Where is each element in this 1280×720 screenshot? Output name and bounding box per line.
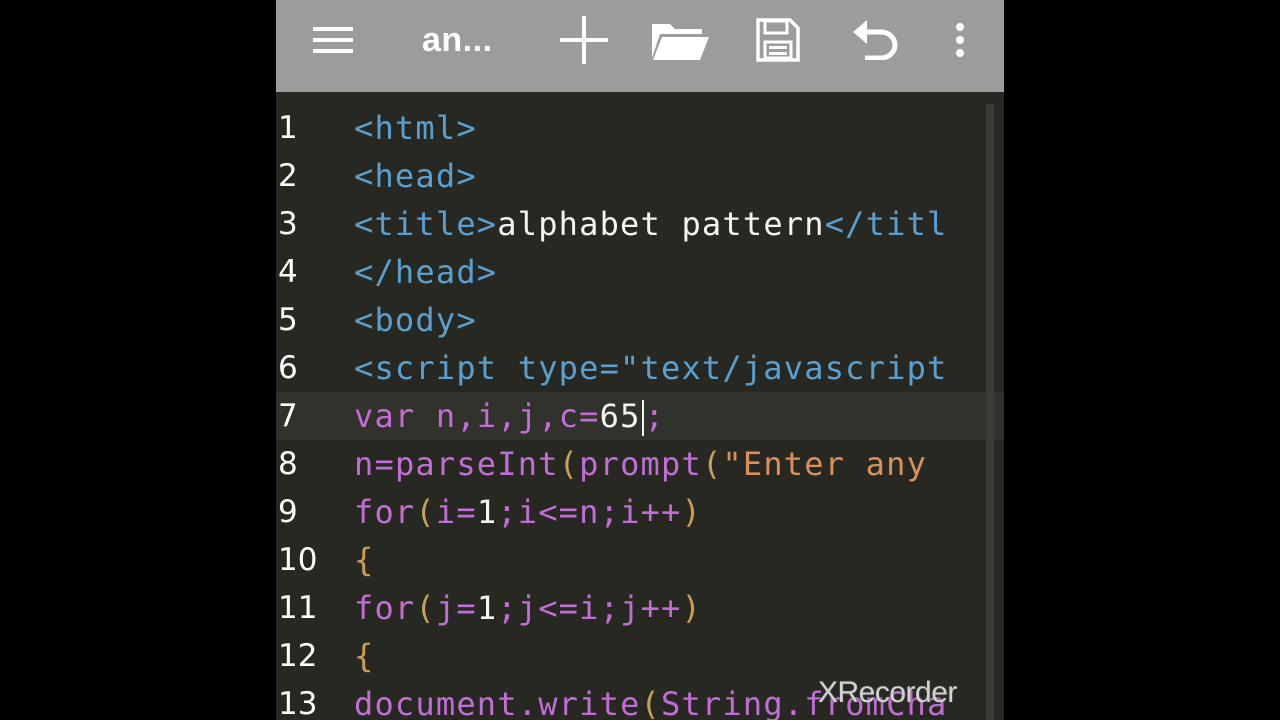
code-line[interactable]: 10 { [276, 536, 1004, 584]
line-content: <body> [354, 301, 477, 339]
line-number: 11 [278, 590, 318, 626]
line-content: { [354, 541, 375, 579]
line-number: 3 [278, 206, 298, 242]
line-content: n=parseInt(prompt("Enter any [354, 445, 948, 483]
code-line[interactable]: 8 n=parseInt(prompt("Enter any [276, 440, 1004, 488]
code-line-current[interactable]: 7 var n,i,j,c=65; [276, 392, 1004, 440]
code-line[interactable]: 3 <title>alphabet pattern</titl [276, 200, 1004, 248]
more-options-button[interactable] [942, 10, 978, 70]
code-line[interactable]: 6 <script type="text/javascript [276, 344, 1004, 392]
code-line[interactable]: 2 <head> [276, 152, 1004, 200]
folder-icon [652, 24, 709, 60]
more-vert-icon [956, 23, 964, 57]
save-icon [756, 18, 800, 62]
line-number: 12 [278, 638, 318, 674]
vertical-scrollbar[interactable] [986, 104, 994, 720]
save-button[interactable] [750, 10, 806, 70]
line-number: 5 [278, 302, 298, 338]
code-area[interactable]: 1 <html> 2 <head> 3 <title>alphabet patt… [276, 104, 1004, 720]
line-number: 10 [278, 542, 318, 578]
code-editor-app: an... 1 <html> 2 <head> 3 <title>alphabe… [276, 0, 1004, 720]
code-line[interactable]: 4 </head> [276, 248, 1004, 296]
line-content: <head> [354, 157, 477, 195]
code-line[interactable]: 1 <html> [276, 104, 1004, 152]
line-number: 2 [278, 158, 298, 194]
menu-icon [313, 27, 353, 53]
line-number: 6 [278, 350, 298, 386]
line-number: 7 [278, 398, 298, 434]
undo-button[interactable] [846, 10, 906, 70]
code-line[interactable]: 9 for(i=1;i<=n;i++) [276, 488, 1004, 536]
undo-icon [853, 20, 898, 60]
line-number: 1 [278, 110, 298, 146]
new-file-button[interactable] [554, 10, 614, 70]
recorder-watermark: XRecorder [818, 676, 957, 709]
toolbar: an... [276, 0, 1004, 92]
line-number: 9 [278, 494, 298, 530]
line-content: </head> [354, 253, 498, 291]
line-content: <script type="text/javascript [354, 349, 948, 387]
line-content: { [354, 637, 375, 675]
open-folder-button[interactable] [648, 10, 712, 70]
menu-button[interactable] [304, 10, 362, 70]
line-content: <title>alphabet pattern</titl [354, 205, 948, 243]
line-content: <html> [354, 109, 477, 147]
line-content: for(i=1;i<=n;i++) [354, 493, 702, 531]
text-cursor [641, 400, 644, 436]
line-number: 4 [278, 254, 298, 290]
line-content: for(j=1;j<=i;j++) [354, 589, 702, 627]
line-number: 8 [278, 446, 298, 482]
line-content: var n,i,j,c=65; [354, 397, 666, 436]
plus-icon [560, 16, 608, 64]
file-title[interactable]: an... [422, 18, 493, 62]
line-number: 13 [278, 686, 318, 720]
code-line[interactable]: 11 for(j=1;j<=i;j++) [276, 584, 1004, 632]
code-line[interactable]: 5 <body> [276, 296, 1004, 344]
code-line[interactable]: 12 { [276, 632, 1004, 680]
